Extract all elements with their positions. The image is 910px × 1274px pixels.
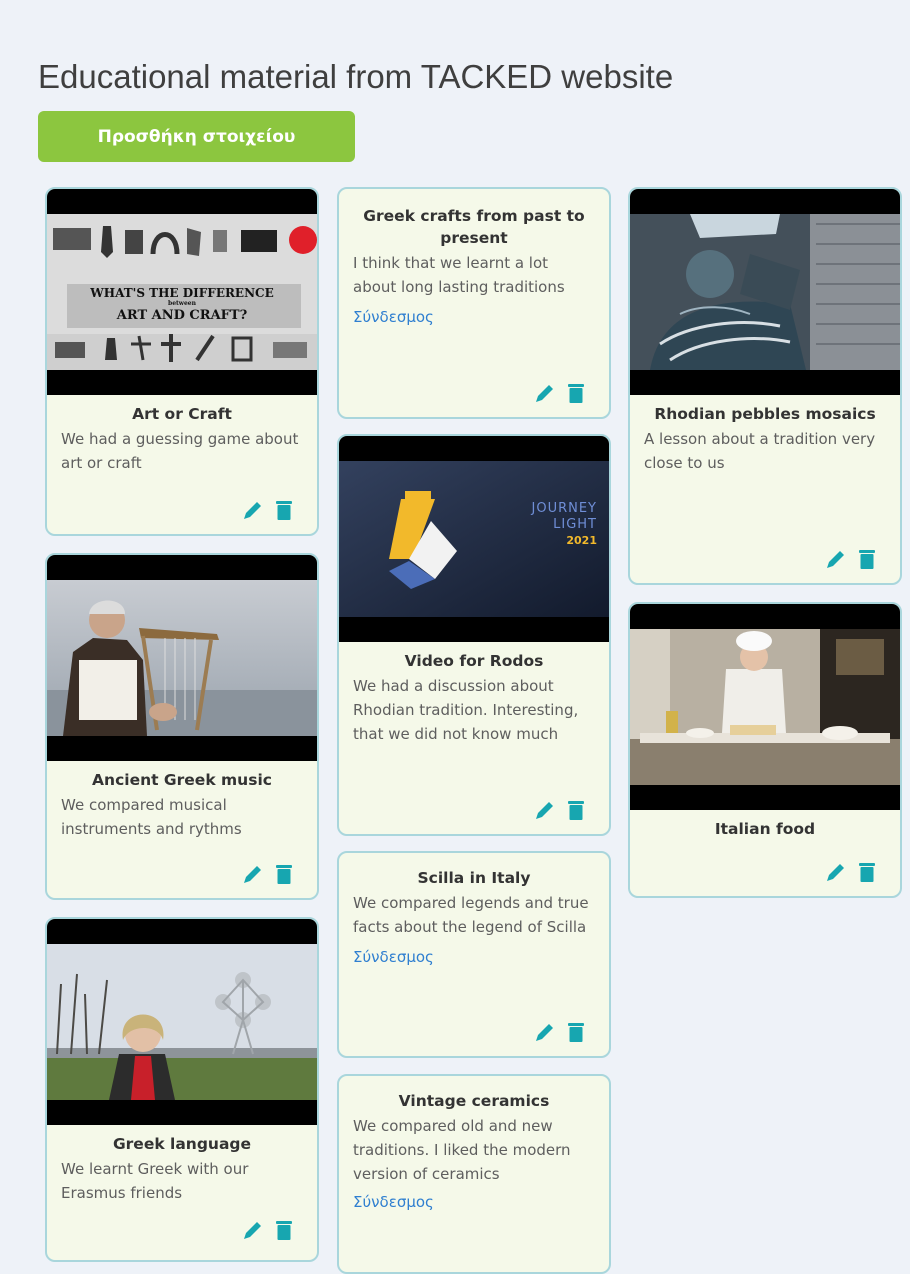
video-thumbnail[interactable] [630, 604, 900, 810]
video-thumbnail[interactable] [47, 919, 317, 1125]
card-title: Greek crafts from past to present [363, 207, 585, 247]
card-title: Scilla in Italy [417, 869, 531, 887]
thumbnail-between: between [168, 300, 196, 307]
card-title: Rhodian pebbles mosaics [654, 405, 876, 423]
card-description: We learnt Greek with our Erasmus friends [61, 1160, 249, 1202]
pencil-icon[interactable] [824, 547, 846, 571]
pencil-icon[interactable] [533, 1020, 555, 1044]
thumbnail-image [47, 944, 317, 1100]
card-description: We compared old and new traditions. I li… [353, 1117, 571, 1183]
pencil-icon[interactable] [533, 381, 555, 405]
page-title: Educational material from TACKED website [38, 58, 674, 95]
card-title: Video for Rodos [404, 652, 544, 670]
thumbnail-image [630, 629, 900, 785]
card-title: Italian food [714, 820, 816, 838]
thumbnail-title-journey: JOURNEY [531, 501, 597, 516]
card-greek-crafts[interactable]: Greek crafts from past to present I thin… [337, 187, 611, 419]
thumbnail-heading: WHAT'S THE DIFFERENCE [90, 286, 274, 300]
card-scilla-in-italy[interactable]: Scilla in Italy We compared legends and … [337, 851, 611, 1058]
video-thumbnail[interactable]: JOURNEY LIGHT 2021 [339, 436, 609, 642]
pencil-icon[interactable] [241, 498, 263, 522]
card-ancient-greek-music[interactable]: Ancient Greek music We compared musical … [45, 553, 319, 900]
trash-icon[interactable] [856, 860, 878, 884]
card-description: I think that we learnt a lot about long … [353, 254, 565, 296]
pencil-icon[interactable] [241, 862, 263, 886]
pencil-icon[interactable] [824, 860, 846, 884]
pencil-icon[interactable] [533, 798, 555, 822]
trash-icon[interactable] [565, 1020, 587, 1044]
card-description: We had a discussion about Rhodian tradit… [353, 677, 579, 743]
card-greek-language[interactable]: Greek language We learnt Greek with our … [45, 917, 319, 1262]
trash-icon[interactable] [273, 1218, 295, 1242]
video-thumbnail[interactable]: WHAT'S THE DIFFERENCE between ART AND CR… [47, 189, 317, 395]
thumbnail-subheading: ART AND CRAFT? [116, 308, 248, 323]
card-title: Greek language [112, 1135, 252, 1153]
video-thumbnail[interactable] [630, 189, 900, 395]
trash-icon[interactable] [273, 862, 295, 886]
card-description: A lesson about a tradition very close to… [644, 430, 876, 472]
card-italian-food[interactable]: Italian food [628, 602, 902, 898]
thumbnail-image [47, 580, 317, 736]
pencil-icon[interactable] [241, 1218, 263, 1242]
trash-icon[interactable] [565, 798, 587, 822]
thumbnail-title-light: LIGHT [553, 517, 597, 532]
add-item-button[interactable]: Προσθήκη στοιχείου [38, 111, 355, 162]
card-link[interactable]: Σύνδεσμος [353, 945, 595, 969]
card-rhodian-pebbles-mosaics[interactable]: Rhodian pebbles mosaics A lesson about a… [628, 187, 902, 585]
card-description: We compared legends and true facts about… [353, 894, 589, 936]
trash-icon[interactable] [273, 498, 295, 522]
trash-icon[interactable] [565, 381, 587, 405]
card-link[interactable]: Σύνδεσμος [353, 1190, 595, 1214]
trash-icon[interactable] [856, 547, 878, 571]
card-vintage-ceramics[interactable]: Vintage ceramics We compared old and new… [337, 1074, 611, 1274]
card-description: We compared musical instruments and ryth… [61, 796, 242, 838]
card-link[interactable]: Σύνδεσμος [353, 305, 595, 329]
card-video-for-rodos[interactable]: JOURNEY LIGHT 2021 Video for Rodos We ha… [337, 434, 611, 836]
thumbnail-image [630, 214, 900, 370]
card-title: Ancient Greek music [92, 771, 272, 789]
card-title: Vintage ceramics [398, 1092, 550, 1110]
video-thumbnail[interactable] [47, 555, 317, 761]
card-art-or-craft[interactable]: WHAT'S THE DIFFERENCE between ART AND CR… [45, 187, 319, 536]
card-title: Art or Craft [132, 405, 232, 423]
thumbnail-year: 2021 [566, 534, 597, 547]
card-description: We had a guessing game about art or craf… [61, 430, 299, 472]
